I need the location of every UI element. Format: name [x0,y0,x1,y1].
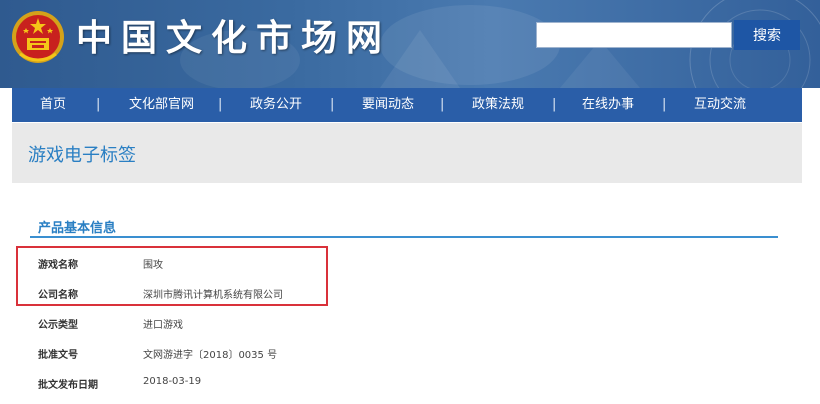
nav-item-home[interactable]: 首页 [40,88,66,122]
search-button[interactable]: 搜索 [734,20,800,50]
site-title[interactable]: 中国文化市场网 [76,10,391,66]
info-value-approval-date: 2018-03-19 [143,376,202,387]
nav-item-policies[interactable]: 政策法规 [472,88,524,122]
nav-item-government-affairs[interactable]: 政务公开 [250,88,302,122]
info-label-publication-type: 公示类型 [38,320,78,331]
info-value-publication-type: 进口游戏 [143,320,183,331]
nav-separator: | [552,97,557,112]
info-label-approval-date: 批文发布日期 [38,380,98,391]
national-emblem-icon [12,11,64,63]
section-divider [30,236,778,238]
info-label-game-name: 游戏名称 [38,260,78,271]
nav-item-ministry-site[interactable]: 文化部官网 [129,88,194,122]
nav-separator: | [440,97,445,112]
section-heading: 产品基本信息 [38,221,117,236]
page-title-panel: 游戏电子标签 [12,123,802,183]
nav-item-news[interactable]: 要闻动态 [362,88,414,122]
info-value-company-name: 深圳市腾讯计算机系统有限公司 [143,290,283,301]
page-title: 游戏电子标签 [28,145,136,166]
search-input[interactable] [536,22,732,48]
nav-separator: | [96,97,101,112]
info-label-approval-number: 批准文号 [38,350,78,361]
nav-item-online-services[interactable]: 在线办事 [582,88,634,122]
nav-separator: | [330,97,335,112]
main-nav: 首页 | 文化部官网 | 政务公开 | 要闻动态 | 政策法规 | 在线办事 |… [12,88,802,122]
nav-separator: | [662,97,667,112]
info-label-company-name: 公司名称 [38,290,78,301]
nav-item-interaction[interactable]: 互动交流 [694,88,746,122]
info-value-approval-number: 文网游进字〔2018〕0035 号 [143,350,278,361]
nav-separator: | [218,97,223,112]
info-value-game-name: 围攻 [143,260,163,271]
